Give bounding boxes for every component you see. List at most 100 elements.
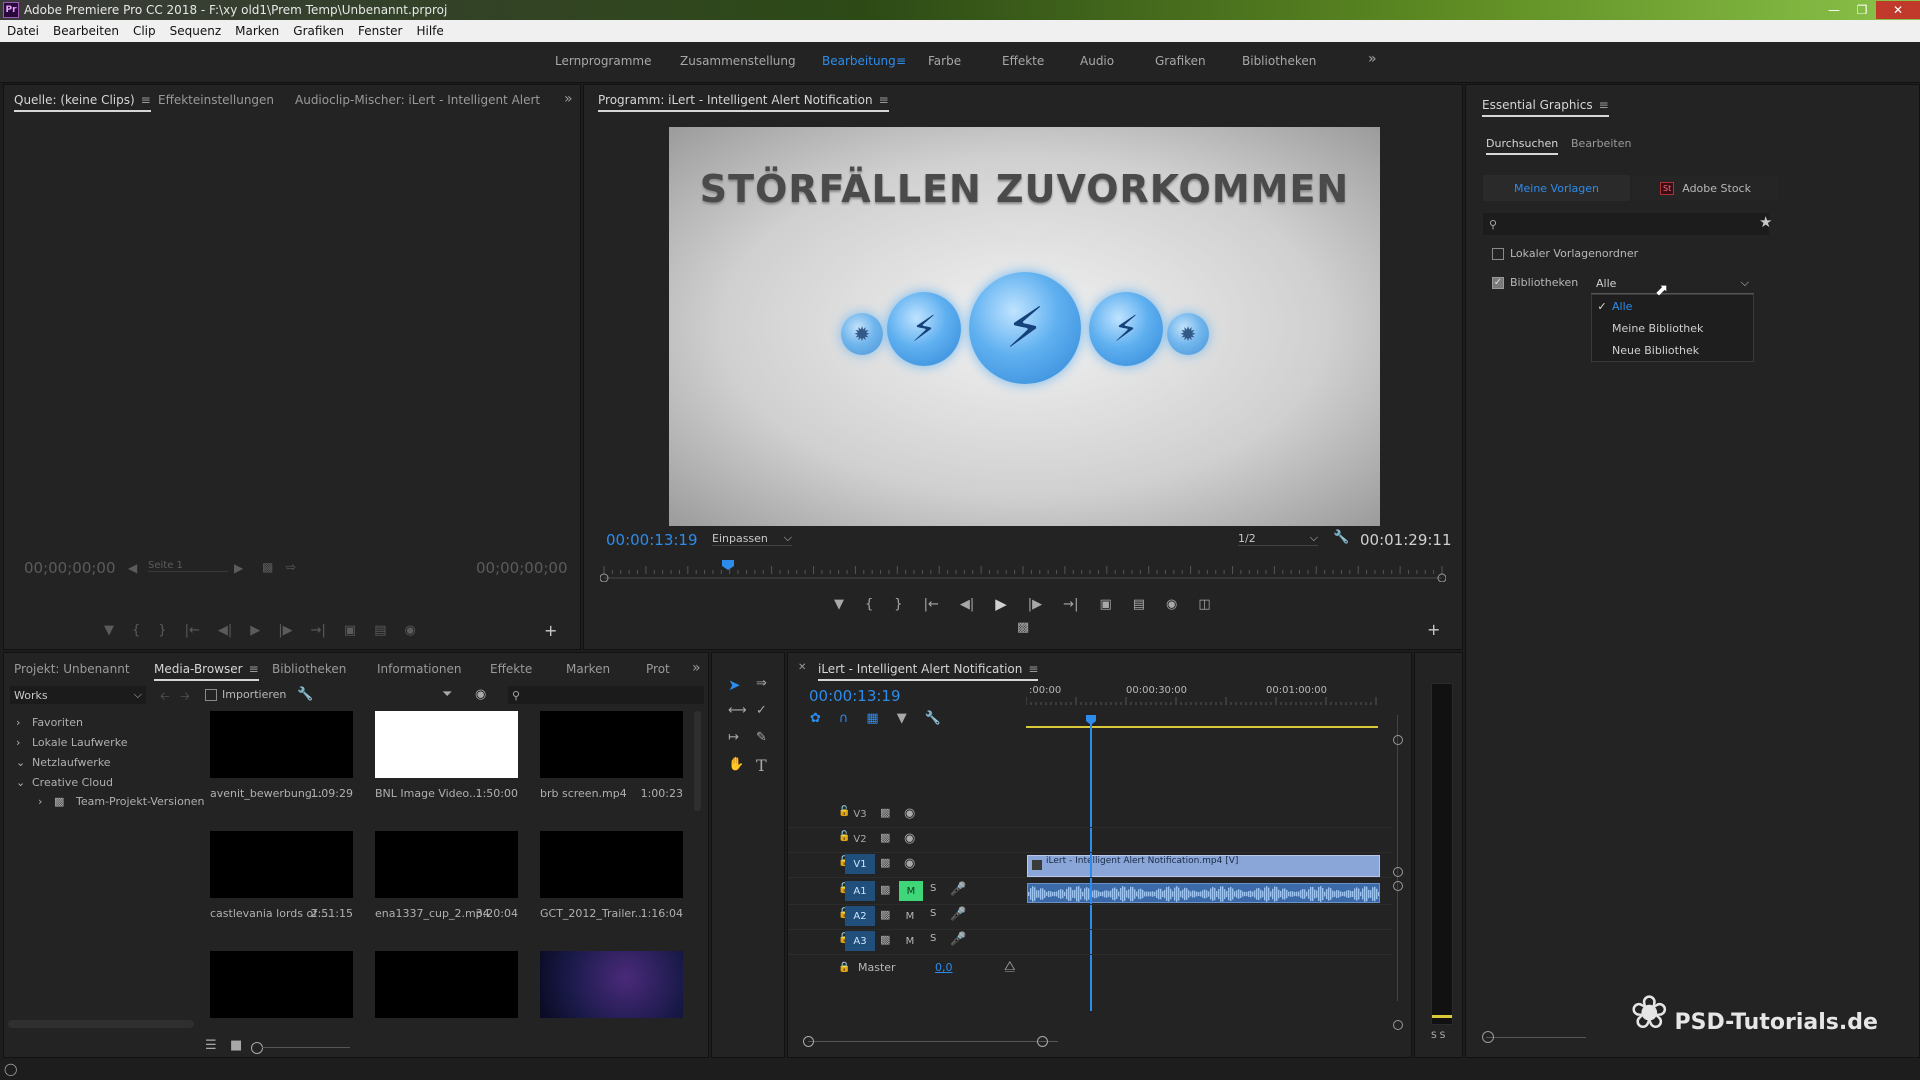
- nest-toggle-icon[interactable]: ✿: [810, 711, 821, 726]
- tab-effect-controls[interactable]: Effekteinstellungen: [158, 93, 274, 107]
- mute-button[interactable]: M: [899, 881, 923, 901]
- workspace-tab-lernprogramme[interactable]: Lernprogramme: [555, 54, 651, 68]
- media-thumbnail[interactable]: [375, 711, 518, 778]
- eg-my-templates-button[interactable]: Meine Vorlagen: [1483, 175, 1630, 201]
- go-to-out-icon[interactable]: →|: [1063, 597, 1078, 612]
- tab-program[interactable]: Programm: iLert - Intelligent Alert Noti…: [598, 93, 889, 112]
- step-forward-icon[interactable]: |▶: [1028, 597, 1042, 612]
- tab-audio-clip-mixer[interactable]: Audioclip-Mischer: iLert - Intelligent A…: [295, 93, 543, 107]
- tree-chevron-icon[interactable]: ›: [38, 795, 42, 808]
- tab-sequence[interactable]: iLert - Intelligent Alert Notification ≡: [818, 662, 1039, 681]
- tree-item-netzlaufwerke[interactable]: Netzlaufwerke: [32, 756, 111, 769]
- solo-button[interactable]: S: [930, 883, 936, 894]
- tab-media-browser[interactable]: Media-Browser ≡: [154, 662, 259, 681]
- program-panel-menu-icon[interactable]: ≡: [879, 93, 889, 107]
- eg-search-input[interactable]: ⚲: [1483, 213, 1769, 235]
- media-thumbnail[interactable]: [375, 951, 518, 1018]
- master-lock-icon[interactable]: 🔒: [838, 962, 850, 973]
- eye-icon[interactable]: ◉: [904, 806, 915, 821]
- close-button[interactable]: ✕: [1876, 1, 1920, 19]
- solo-button[interactable]: S: [930, 933, 936, 944]
- track-select-tool-icon[interactable]: ⇒: [756, 676, 767, 691]
- vscroll-handle-top[interactable]: [1393, 735, 1403, 745]
- eg-adobe-stock-button[interactable]: St Adobe Stock: [1632, 175, 1779, 201]
- eye-icon[interactable]: ◉: [904, 856, 915, 871]
- vr-settings-icon[interactable]: ▩: [1017, 620, 1029, 635]
- tree-item-favoriten[interactable]: Favoriten: [32, 716, 83, 729]
- meter-solo-labels[interactable]: S S: [1431, 1031, 1445, 1041]
- menu-sequenz[interactable]: Sequenz: [163, 24, 229, 38]
- thumbnail-zoom-handle[interactable]: [251, 1042, 263, 1054]
- source-timecode-left[interactable]: 00;00;00;00: [24, 559, 116, 577]
- extract-icon[interactable]: ▤: [1133, 597, 1145, 612]
- program-wrench-icon[interactable]: 🔧: [1333, 530, 1349, 545]
- step-back-icon[interactable]: ◀|: [960, 597, 974, 612]
- add-marker-icon[interactable]: ▼: [834, 597, 844, 612]
- zoom-scroll-handle-right[interactable]: [1037, 1036, 1048, 1047]
- tab-project[interactable]: Projekt: Unbenannt: [14, 662, 130, 676]
- track-target-a1[interactable]: A1: [845, 881, 875, 901]
- back-arrow-icon[interactable]: 🡠: [160, 687, 170, 708]
- thumbnails-vertical-scrollbar[interactable]: [694, 711, 701, 811]
- track-target-a2[interactable]: A2: [845, 906, 875, 926]
- eg-dropdown-option-neue-bibliothek[interactable]: Neue Bibliothek: [1592, 339, 1753, 361]
- tree-horizontal-scrollbar[interactable]: [8, 1020, 194, 1028]
- tree-item-creative-cloud[interactable]: Creative Cloud: [32, 776, 113, 789]
- track-target-v1[interactable]: V1: [845, 854, 875, 874]
- workspace-tab-effekte[interactable]: Effekte: [1002, 54, 1044, 68]
- workspace-tab-zusammenstellung[interactable]: Zusammenstellung: [680, 54, 796, 68]
- menu-bearbeiten[interactable]: Bearbeiten: [46, 24, 126, 38]
- sync-lock-icon[interactable]: ▩: [880, 908, 890, 921]
- list-view-icon[interactable]: ☰: [205, 1038, 217, 1053]
- workspace-tab-audio[interactable]: Audio: [1080, 54, 1114, 68]
- eg-tab-durchsuchen[interactable]: Durchsuchen: [1486, 137, 1559, 155]
- media-thumbnail[interactable]: [375, 831, 518, 898]
- comparison-view-icon[interactable]: ◫: [1198, 597, 1210, 612]
- sync-lock-icon[interactable]: ▩: [880, 806, 890, 819]
- add-marker-icon[interactable]: ▼: [897, 711, 907, 726]
- menu-clip[interactable]: Clip: [126, 24, 163, 38]
- slip-tool-icon[interactable]: ↦: [728, 730, 739, 745]
- eg-tab-bearbeiten[interactable]: Bearbeiten: [1571, 137, 1631, 150]
- menu-grafiken[interactable]: Grafiken: [286, 24, 351, 38]
- workspace-menu-icon[interactable]: ≡: [896, 54, 906, 68]
- tab-info[interactable]: Informationen: [377, 662, 461, 676]
- eye-icon[interactable]: ◉: [904, 831, 915, 846]
- vscroll-handle-bottom[interactable]: [1393, 1020, 1403, 1030]
- menu-datei[interactable]: Datei: [0, 24, 46, 38]
- timeline-menu-icon[interactable]: ≡: [1028, 662, 1038, 676]
- essential-graphics-menu-icon[interactable]: ≡: [1599, 98, 1609, 112]
- workspace-tab-farbe[interactable]: Farbe: [928, 54, 961, 68]
- lift-icon[interactable]: ▣: [1099, 597, 1111, 612]
- microphone-icon[interactable]: 🎤: [950, 907, 966, 922]
- tab-source[interactable]: Quelle: (keine Clips) ≡: [14, 93, 151, 112]
- menu-fenster[interactable]: Fenster: [351, 24, 410, 38]
- export-frame-icon[interactable]: ◉: [1166, 597, 1177, 612]
- tab-effects[interactable]: Effekte: [490, 662, 532, 676]
- program-timecode[interactable]: 00:00:13:19: [606, 531, 698, 549]
- vscroll-handle-mid2[interactable]: [1393, 881, 1403, 891]
- program-resolution-dropdown[interactable]: 1/2 ⌵: [1238, 531, 1318, 546]
- workspace-overflow-icon[interactable]: »: [1368, 51, 1377, 67]
- eg-local-folder-checkbox[interactable]: [1492, 247, 1504, 260]
- mark-in-icon[interactable]: {: [865, 597, 873, 612]
- thumbnail-zoom-slider[interactable]: [262, 1047, 350, 1048]
- master-volume-value[interactable]: 0,0: [935, 961, 953, 974]
- timeline-playhead-handle[interactable]: [1086, 715, 1096, 725]
- timeline-timecode[interactable]: 00:00:13:19: [809, 687, 901, 705]
- media-thumbnail[interactable]: [540, 951, 683, 1018]
- media-browser-location-dropdown[interactable]: Works ⌵: [10, 686, 146, 704]
- mute-button[interactable]: M: [905, 931, 915, 951]
- go-to-in-icon[interactable]: |←: [924, 597, 939, 612]
- microphone-icon[interactable]: 🎤: [950, 932, 966, 947]
- master-go-to-end-icon[interactable]: ⧋: [1004, 959, 1016, 974]
- workspace-tab-grafiken[interactable]: Grafiken: [1155, 54, 1206, 68]
- selection-tool-icon[interactable]: ➤: [728, 676, 741, 694]
- tree-item-lokale-laufwerke[interactable]: Lokale Laufwerke: [32, 736, 127, 749]
- pen-tool-icon[interactable]: ✎: [756, 730, 767, 745]
- menu-hilfe[interactable]: Hilfe: [409, 24, 450, 38]
- program-fit-dropdown[interactable]: Einpassen ⌵: [712, 531, 792, 546]
- media-thumbnail[interactable]: [210, 711, 353, 778]
- snap-magnet-icon[interactable]: ∩: [839, 711, 849, 726]
- track-target-v2[interactable]: V2: [845, 829, 875, 849]
